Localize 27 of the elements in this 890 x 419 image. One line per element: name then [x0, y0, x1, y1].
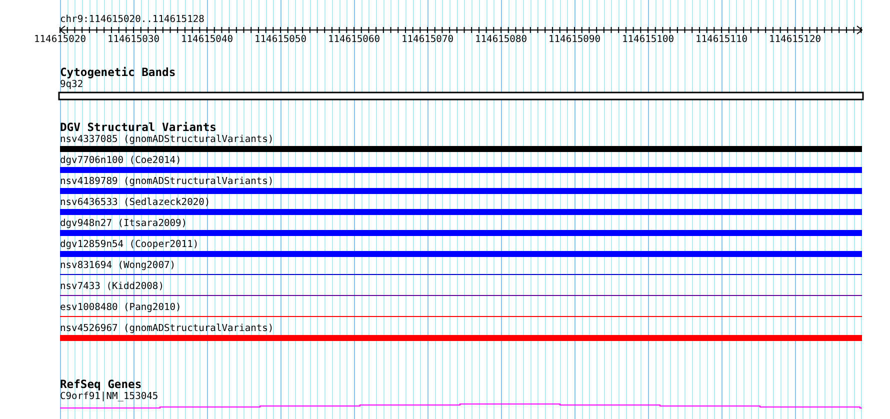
ruler-tick-label: 114615040	[181, 34, 233, 46]
feature-label: nsv4337085 (gnomADStructuralVariants)	[60, 134, 274, 146]
ruler-tick-label: 114615060	[328, 34, 380, 46]
feature-label: nsv6436533 (Sedlazeck2020)	[60, 197, 210, 209]
feature-label: dgv948n27 (Itsara2009)	[60, 218, 188, 230]
track-title: DGV Structural Variants	[60, 121, 216, 134]
ruler-tick-label: 114615090	[548, 34, 600, 46]
feature-label: dgv7706n100 (Coe2014)	[60, 155, 182, 167]
ruler-tick-label: 114615030	[108, 34, 160, 46]
ruler-tick-label: 114615100	[622, 34, 674, 46]
ruler-tick-label: 114615120	[769, 34, 821, 46]
feature-label: C9orf91|NM_153045	[60, 391, 158, 403]
feature-label: dgv12859n54 (Cooper2011)	[60, 239, 199, 251]
ruler-tick-label: 114615080	[475, 34, 527, 46]
feature-label: nsv4189789 (gnomADStructuralVariants)	[60, 176, 274, 188]
ruler-tick-label: 114615070	[402, 34, 454, 46]
feature-label: nsv7433 (Kidd2008)	[60, 281, 164, 293]
feature-label: esv1008480 (Pang2010)	[60, 302, 182, 314]
feature-label: nsv831694 (Wong2007)	[60, 260, 176, 272]
track-title: Cytogenetic Bands	[60, 66, 176, 79]
feature-label: 9q32	[60, 79, 84, 91]
track-title: RefSeq Genes	[60, 378, 142, 391]
location-label: chr9:114615020..114615128	[60, 14, 204, 26]
feature-label: nsv4526967 (gnomADStructuralVariants)	[60, 323, 274, 335]
ruler-tick-label: 114615050	[254, 34, 306, 46]
ruler-tick-label: 114615110	[696, 34, 748, 46]
ruler-tick-label: 114615020	[34, 34, 86, 46]
